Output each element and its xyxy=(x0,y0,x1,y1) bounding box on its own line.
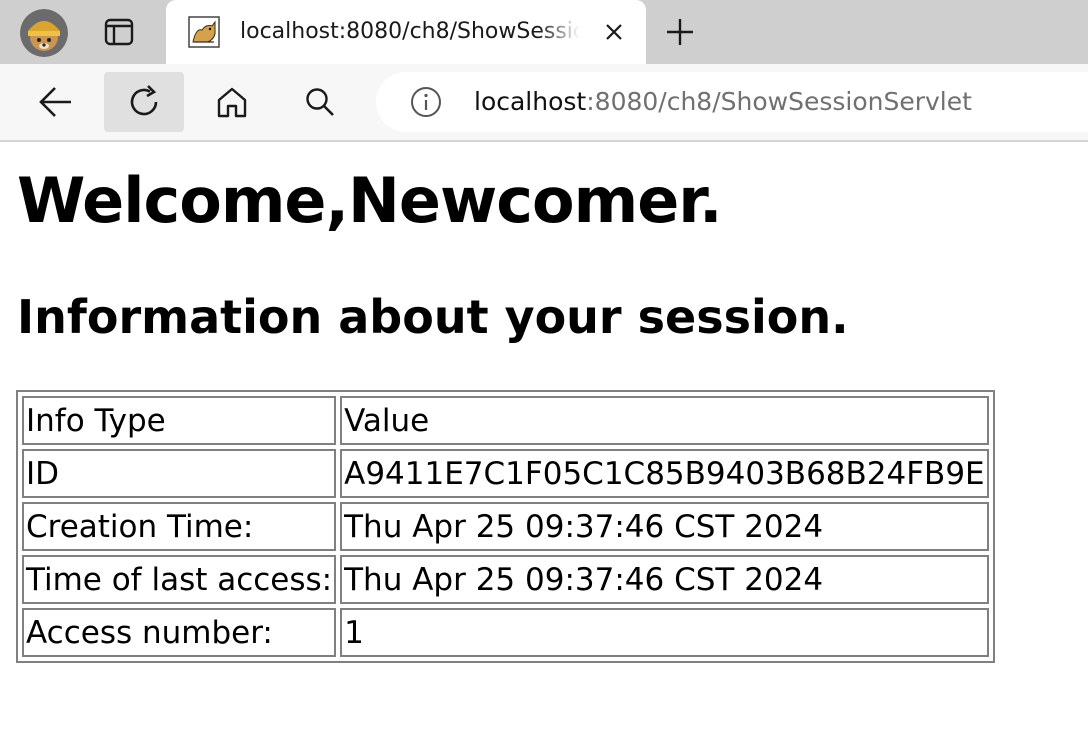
info-icon[interactable] xyxy=(410,86,442,118)
table-cell-value: Thu Apr 25 09:37:46 CST 2024 xyxy=(340,555,989,604)
profile-avatar-icon[interactable] xyxy=(20,9,68,57)
table-row: Creation Time: Thu Apr 25 09:37:46 CST 2… xyxy=(22,502,989,551)
table-row: Time of last access: Thu Apr 25 09:37:46… xyxy=(22,555,989,604)
table-cell-label: Access number: xyxy=(22,608,337,657)
table-header-row: Info Type Value xyxy=(22,396,989,445)
back-arrow-icon[interactable] xyxy=(16,72,96,132)
plus-icon[interactable] xyxy=(660,12,700,52)
table-header-cell: Info Type xyxy=(22,396,337,445)
table-header-cell: Value xyxy=(340,396,989,445)
table-cell-label: Creation Time: xyxy=(22,502,337,551)
table-cell-value: A9411E7C1F05C1C85B9403B68B24FB9E xyxy=(340,449,989,498)
search-icon[interactable] xyxy=(280,72,360,132)
tab-actions-icon[interactable] xyxy=(94,14,144,50)
table-row: ID A9411E7C1F05C1C85B9403B68B24FB9E xyxy=(22,449,989,498)
table-cell-value: 1 xyxy=(340,608,989,657)
reload-icon[interactable] xyxy=(104,72,184,132)
active-tab[interactable]: localhost:8080/ch8/ShowSessionServlet xyxy=(166,0,646,64)
url-host: localhost xyxy=(474,87,587,116)
tab-strip: localhost:8080/ch8/ShowSessionServlet xyxy=(0,0,1088,64)
page-content: Welcome,Newcomer. Information about your… xyxy=(0,142,1088,754)
url-path: :8080/ch8/ShowSessionServlet xyxy=(586,87,972,116)
table-row: Access number: 1 xyxy=(22,608,989,657)
close-icon[interactable] xyxy=(600,18,628,46)
table-cell-value: Thu Apr 25 09:37:46 CST 2024 xyxy=(340,502,989,551)
session-info-table: Info Type Value ID A9411E7C1F05C1C85B940… xyxy=(16,390,995,663)
page-title: Welcome,Newcomer. xyxy=(17,164,723,237)
tab-title: localhost:8080/ch8/ShowSessionServlet xyxy=(240,19,580,44)
browser-toolbar: localhost:8080/ch8/ShowSessionServlet xyxy=(0,64,1088,142)
address-bar[interactable]: localhost:8080/ch8/ShowSessionServlet xyxy=(376,72,1088,132)
tomcat-icon xyxy=(188,16,220,48)
url-text[interactable]: localhost:8080/ch8/ShowSessionServlet xyxy=(474,72,972,132)
session-heading: Information about your session. xyxy=(17,290,849,344)
home-icon[interactable] xyxy=(192,72,272,132)
table-cell-label: Time of last access: xyxy=(22,555,337,604)
table-cell-label: ID xyxy=(22,449,337,498)
